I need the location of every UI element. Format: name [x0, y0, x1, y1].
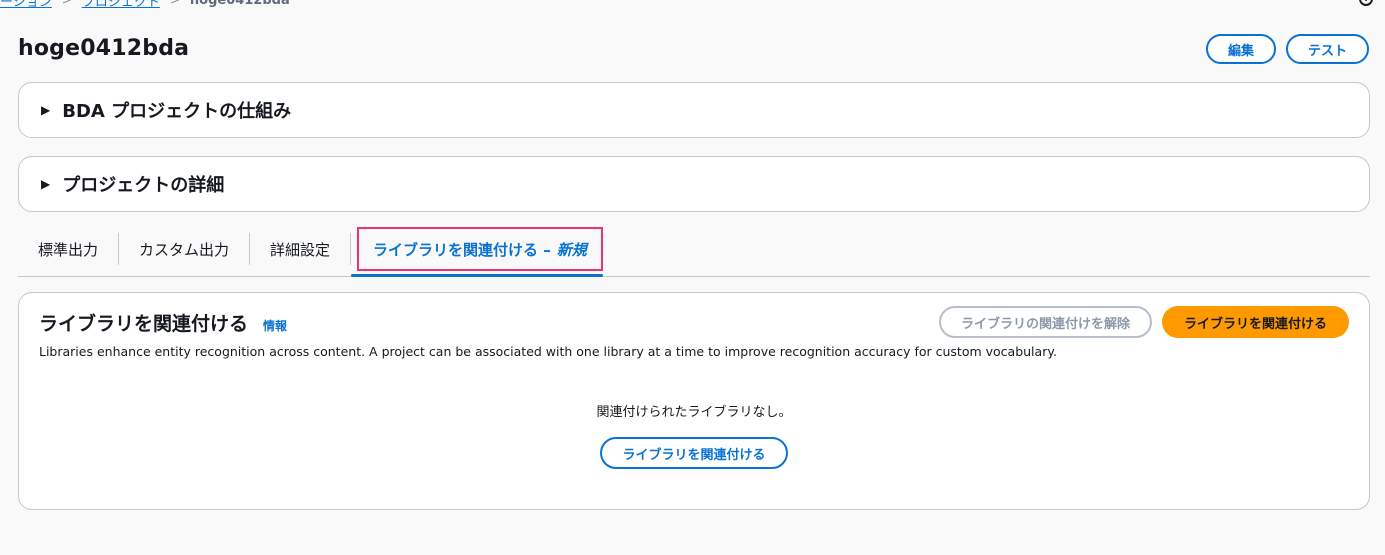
- info-icon[interactable]: i: [1359, 0, 1373, 6]
- info-link[interactable]: 情報: [263, 317, 287, 334]
- how-it-works-expander[interactable]: ▶ BDA プロジェクトの仕組み: [18, 82, 1370, 138]
- tab-associate-library[interactable]: ライブラリを関連付ける – 新規: [357, 227, 603, 271]
- page-title: hoge0412bda: [18, 36, 190, 61]
- breadcrumb-item-1[interactable]: プロジェクト: [82, 0, 160, 10]
- caret-right-icon: ▶: [41, 177, 51, 191]
- chevron-right-icon: >: [169, 0, 180, 7]
- panel-title: ライブラリを関連付ける: [39, 313, 249, 335]
- project-details-expander[interactable]: ▶ プロジェクトの詳細: [18, 156, 1370, 212]
- breadcrumb-current: hoge0412bda: [189, 0, 290, 8]
- tab-advanced-settings[interactable]: 詳細設定: [250, 233, 352, 265]
- test-button[interactable]: テスト: [1285, 34, 1369, 64]
- tab-bar: 標準出力 カスタム出力 詳細設定 ライブラリを関連付ける – 新規: [18, 222, 1370, 277]
- caret-right-icon: ▶: [41, 103, 51, 117]
- associate-library-button[interactable]: ライブラリを関連付ける: [1161, 306, 1349, 338]
- breadcrumb: ーション > プロジェクト > hoge0412bda: [0, 0, 290, 10]
- empty-associate-library-button[interactable]: ライブラリを関連付ける: [600, 437, 788, 469]
- disassociate-library-button[interactable]: ライブラリの関連付けを解除: [938, 306, 1152, 338]
- panel-actions: ライブラリの関連付けを解除 ライブラリを関連付ける: [938, 306, 1349, 338]
- tab-label: ライブラリを関連付ける –: [373, 240, 551, 259]
- associate-library-panel: ライブラリを関連付ける 情報 ライブラリの関連付けを解除 ライブラリを関連付ける…: [18, 292, 1370, 510]
- tab-associate-library-wrap: ライブラリを関連付ける – 新規: [351, 222, 603, 277]
- active-tab-indicator: [351, 274, 603, 277]
- expander-label: BDA プロジェクトの仕組み: [62, 101, 292, 122]
- expander-label: プロジェクトの詳細: [62, 175, 225, 196]
- new-badge: 新規: [556, 240, 587, 259]
- tab-standard-output[interactable]: 標準出力: [18, 233, 120, 265]
- breadcrumb-item-0[interactable]: ーション: [0, 0, 52, 10]
- empty-state-actions: ライブラリを関連付ける: [19, 437, 1369, 469]
- empty-state-text: 関連付けられたライブラリなし。: [596, 405, 792, 420]
- tab-custom-output[interactable]: カスタム出力: [119, 233, 251, 265]
- header-actions: 編集 テスト: [1205, 34, 1369, 64]
- edit-button[interactable]: 編集: [1205, 34, 1276, 64]
- panel-description: Libraries enhance entity recognition acr…: [39, 344, 1057, 359]
- chevron-right-icon: >: [61, 0, 72, 7]
